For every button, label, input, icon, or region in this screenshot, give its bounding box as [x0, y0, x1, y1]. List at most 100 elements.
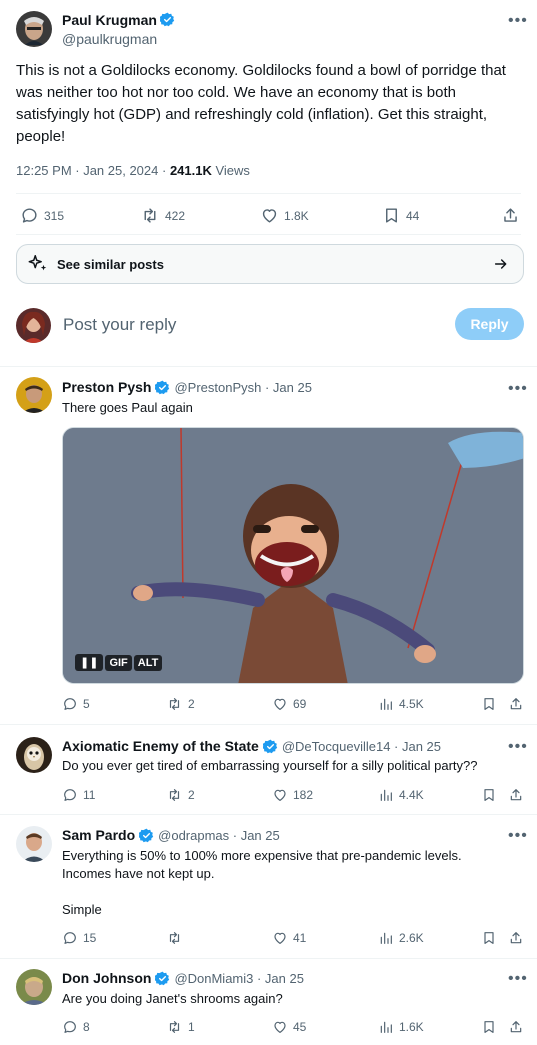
- repost-action[interactable]: 1: [166, 1019, 195, 1035]
- share-icon[interactable]: [508, 1019, 524, 1035]
- author-name[interactable]: Paul Krugman: [62, 12, 157, 28]
- bookmark-icon[interactable]: [481, 930, 497, 946]
- like-action[interactable]: 182: [272, 787, 313, 803]
- views-action[interactable]: 1.6K: [378, 1019, 424, 1035]
- reply-handle-date[interactable]: @DonMiami3 · Jan 25: [174, 971, 304, 986]
- more-options-icon[interactable]: •••: [508, 381, 528, 397]
- reply-action[interactable]: 11: [62, 787, 95, 803]
- repost-action[interactable]: 2: [166, 787, 195, 803]
- heart-icon: [274, 1021, 286, 1033]
- divider: [0, 724, 537, 725]
- repost-count: 1: [188, 1020, 195, 1034]
- like-count: 69: [293, 697, 307, 711]
- views-action[interactable]: 4.5K: [378, 696, 424, 712]
- more-options-icon[interactable]: •••: [508, 828, 528, 844]
- share-icon[interactable]: [508, 787, 524, 803]
- bookmark-icon[interactable]: [481, 696, 497, 712]
- post-timestamp: 12:25 PM · Jan 25, 2024 · 241.1K Views: [16, 163, 250, 178]
- bookmark-icon: [386, 208, 397, 223]
- bookmark-count: 44: [406, 208, 420, 223]
- share-icon[interactable]: [508, 930, 524, 946]
- view-count: 4.5K: [399, 697, 424, 711]
- reply-avatar[interactable]: [16, 377, 52, 413]
- pause-icon[interactable]: ❚❚: [75, 654, 104, 671]
- repost-action[interactable]: 422: [140, 206, 185, 225]
- divider: [0, 366, 537, 367]
- gif-badge: GIF: [105, 654, 132, 671]
- reply-count: 15: [83, 931, 97, 945]
- reply-avatar[interactable]: [16, 737, 52, 773]
- like-count: 1.8K: [284, 208, 309, 223]
- reply-action[interactable]: 15: [62, 930, 96, 946]
- reply-avatar[interactable]: [16, 826, 52, 862]
- like-action[interactable]: 1.8K: [260, 206, 309, 225]
- reply-text: Do you ever get tired of embarrassing yo…: [62, 758, 478, 773]
- reply-text: Are you doing Janet's shrooms again?: [62, 991, 283, 1006]
- author-avatar[interactable]: [16, 11, 52, 47]
- reply-author[interactable]: Sam Pardo: [62, 827, 135, 843]
- bookmark-icon[interactable]: [481, 787, 497, 803]
- reply-input[interactable]: Post your reply: [63, 315, 176, 335]
- reply-count: 11: [83, 788, 96, 802]
- bookmark-icon[interactable]: [481, 1019, 497, 1035]
- like-action[interactable]: 41: [272, 930, 306, 946]
- views-chart-icon: [380, 698, 392, 710]
- verified-badge-icon: [262, 739, 278, 753]
- arrow-right-icon: [494, 259, 507, 269]
- view-count: 1.6K: [399, 1020, 424, 1034]
- view-count: 2.6K: [399, 931, 424, 945]
- reply-icon: [64, 789, 76, 801]
- alt-badge[interactable]: ALT: [133, 654, 163, 671]
- repost-action[interactable]: 2: [166, 696, 195, 712]
- reply-action[interactable]: 8: [62, 1019, 90, 1035]
- author-handle[interactable]: @paulkrugman: [62, 31, 157, 47]
- reply-header: Preston Pysh @PrestonPysh · Jan 25: [62, 379, 312, 395]
- reply-handle-date[interactable]: @PrestonPysh · Jan 25: [174, 380, 311, 395]
- view-count: 4.4K: [399, 788, 424, 802]
- post-time[interactable]: 12:25 PM · Jan 25, 2024 ·: [16, 163, 170, 178]
- reply-icon: [22, 208, 37, 223]
- views-chart-icon: [380, 1021, 392, 1033]
- verified-badge-icon: [155, 971, 170, 985]
- reply-avatar[interactable]: [16, 969, 52, 1005]
- reply-author[interactable]: Axiomatic Enemy of the State: [62, 738, 259, 754]
- views-chart-icon: [380, 932, 392, 944]
- reply-header: Sam Pardo @odrapmas · Jan 25: [62, 827, 280, 843]
- bookmark-action[interactable]: 44: [382, 206, 419, 225]
- repost-count: 2: [188, 788, 195, 802]
- verified-badge-icon: [160, 12, 175, 27]
- like-count: 182: [293, 788, 314, 802]
- reply-author[interactable]: Don Johnson: [62, 970, 151, 986]
- reply-icon: [64, 932, 76, 944]
- like-action[interactable]: 45: [272, 1019, 306, 1035]
- views-action[interactable]: 4.4K: [378, 787, 424, 803]
- reply-action[interactable]: 5: [62, 696, 90, 712]
- repost-icon: [144, 208, 156, 223]
- reply-text-line-1: Everything is 50% to 100% more expensive…: [62, 848, 462, 863]
- gif-media[interactable]: ❚❚ GIF ALT: [62, 427, 524, 684]
- reply-handle-date[interactable]: @odrapmas · Jan 25: [158, 828, 280, 843]
- reply-button[interactable]: Reply: [455, 308, 524, 340]
- more-options-icon[interactable]: •••: [508, 739, 528, 755]
- see-similar-posts-button[interactable]: See similar posts: [16, 244, 524, 284]
- share-icon[interactable]: [508, 696, 524, 712]
- share-icon[interactable]: [501, 206, 520, 225]
- like-action[interactable]: 69: [272, 696, 306, 712]
- repost-action[interactable]: [166, 930, 188, 946]
- more-options-icon[interactable]: •••: [508, 971, 528, 987]
- views-label: Views: [211, 163, 250, 178]
- reply-text-line-3: Simple: [62, 902, 102, 917]
- reply-text-line-2: Incomes have not kept up.: [62, 866, 215, 881]
- divider: [16, 193, 521, 194]
- divider: [16, 234, 521, 235]
- reply-handle-date[interactable]: @DeTocqueville14 · Jan 25: [282, 739, 441, 754]
- views-action[interactable]: 2.6K: [378, 930, 424, 946]
- reply-author[interactable]: Preston Pysh: [62, 379, 151, 395]
- reply-count: 8: [83, 1020, 90, 1034]
- reply-icon: [64, 1021, 76, 1033]
- reply-action[interactable]: 315: [20, 206, 64, 225]
- user-avatar[interactable]: [16, 308, 51, 343]
- more-options-icon[interactable]: •••: [508, 13, 528, 29]
- verified-badge-icon: [139, 828, 154, 842]
- repost-icon: [169, 1021, 180, 1033]
